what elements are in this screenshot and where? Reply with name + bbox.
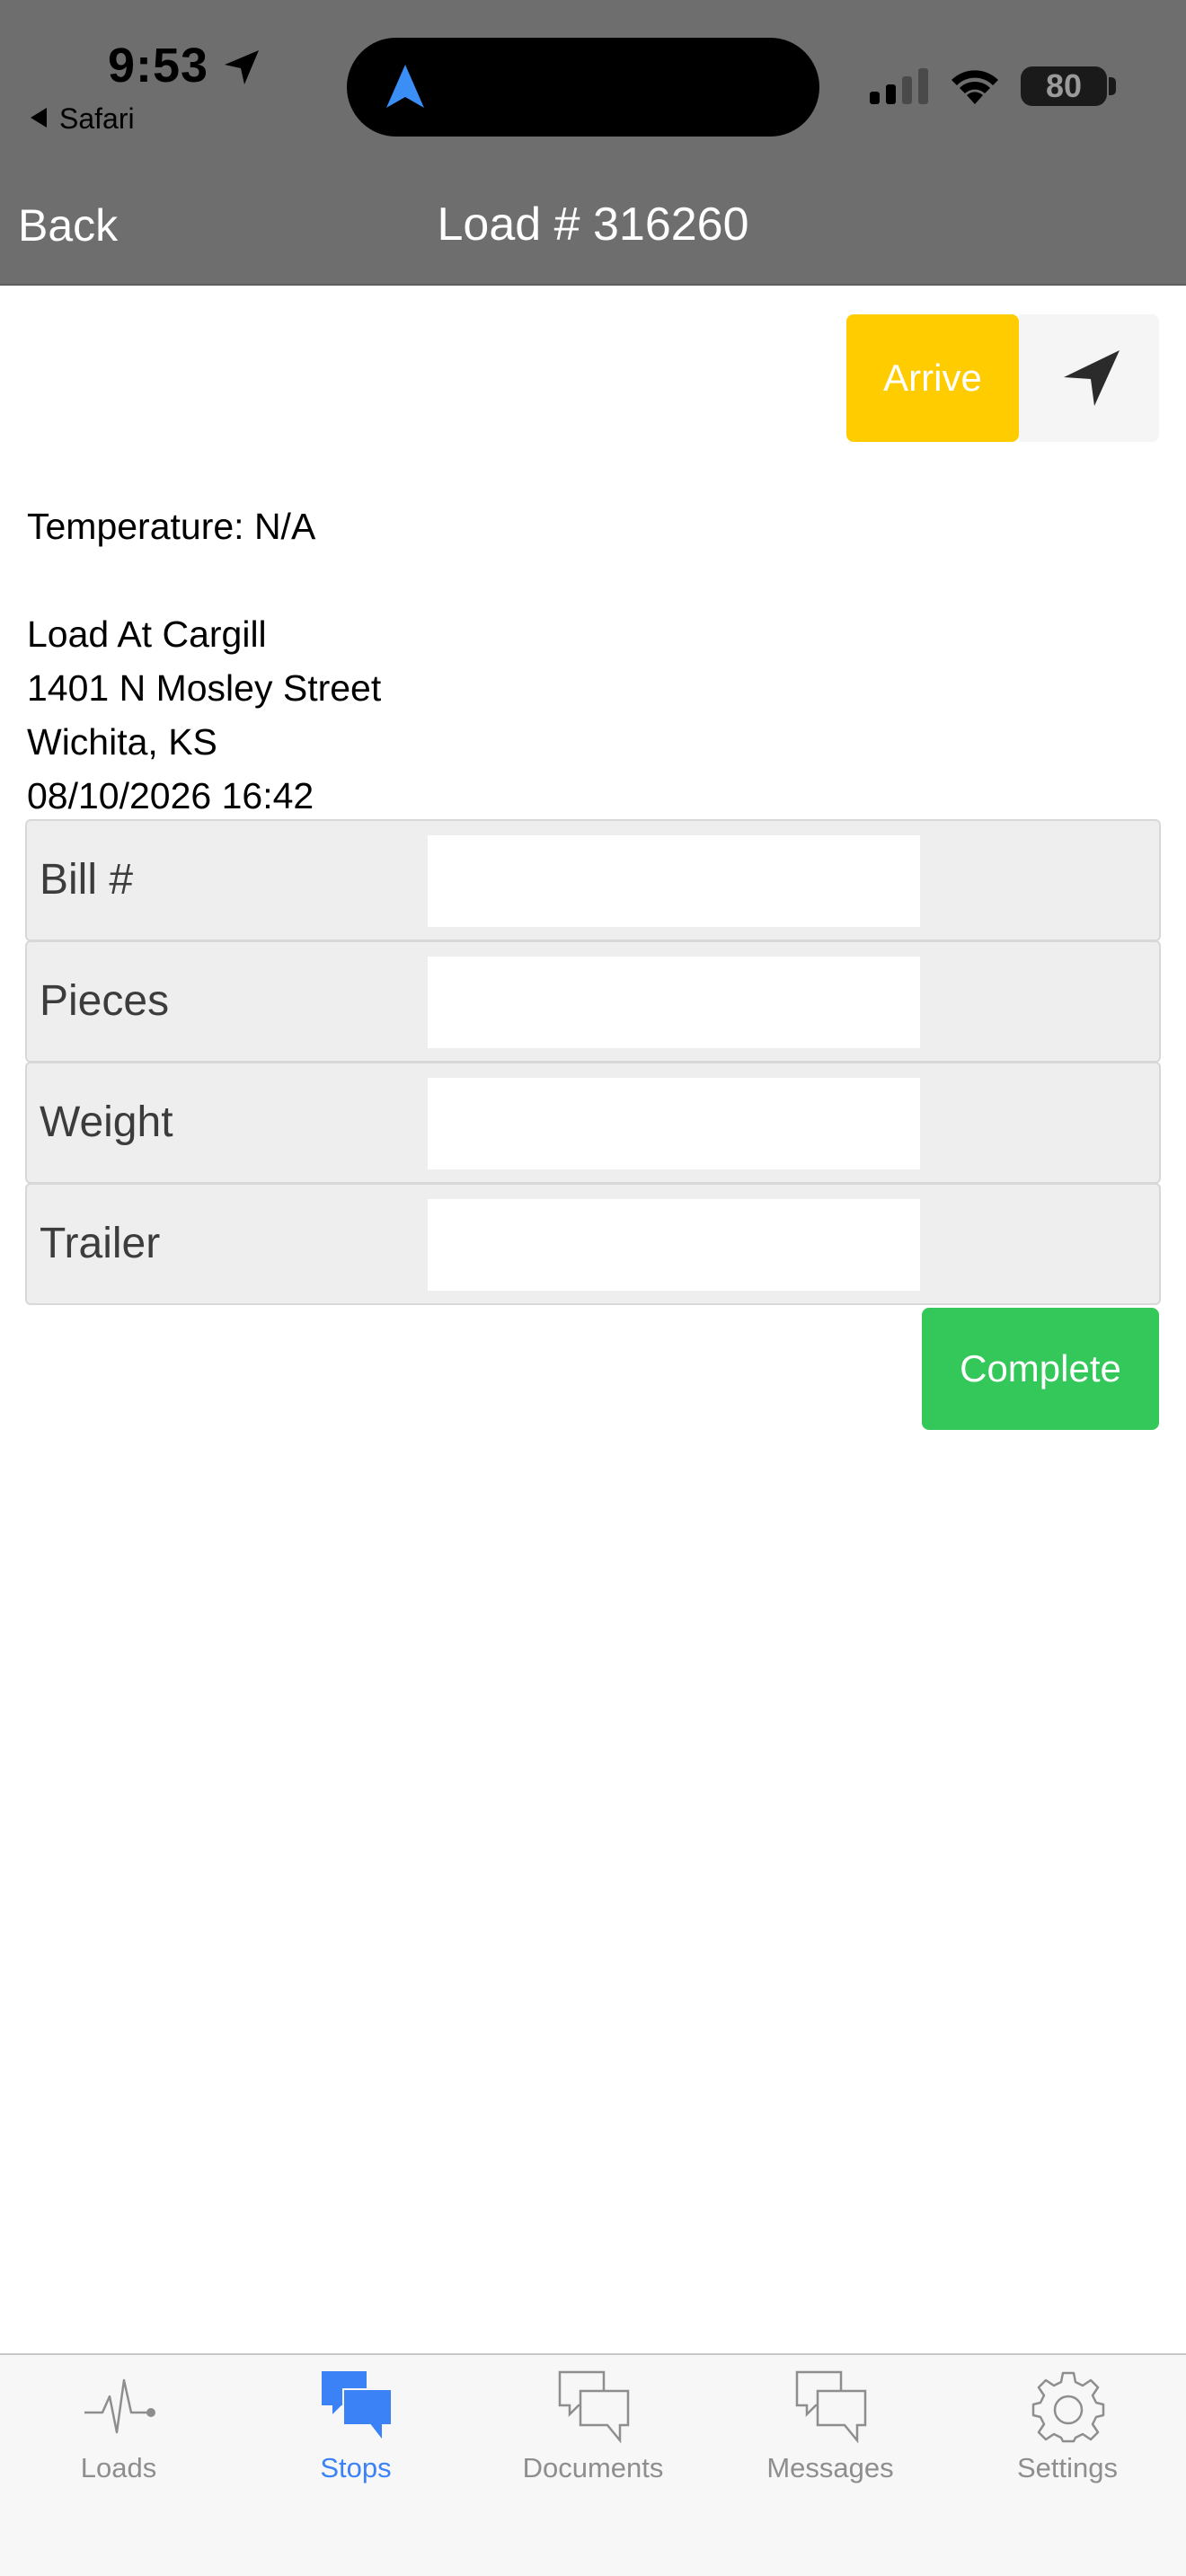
temperature-text: Temperature: N/A [27, 506, 316, 547]
battery-cap [1109, 77, 1116, 95]
battery-indicator: 80 [1021, 66, 1107, 106]
tab-bar: Loads Stops Documents Messages Settings [0, 2353, 1186, 2576]
back-app-label: Safari [59, 102, 135, 135]
tab-stops-label: Stops [320, 2452, 392, 2483]
navigation-arrow-icon [386, 65, 424, 108]
weight-input[interactable] [428, 1078, 920, 1169]
gear-icon [1031, 2371, 1105, 2443]
trailer-label: Trailer [40, 1220, 161, 1267]
tab-loads[interactable]: Loads [0, 2355, 237, 2576]
tab-stops[interactable]: Stops [237, 2355, 474, 2576]
form-row-bill: Bill # [25, 819, 1161, 941]
page-title: Load # 316260 [437, 198, 749, 251]
location-arrow-icon [225, 50, 259, 84]
navigate-button[interactable] [1019, 314, 1159, 442]
bill-label: Bill # [40, 856, 134, 904]
complete-button[interactable]: Complete [922, 1308, 1159, 1430]
dynamic-island [347, 38, 819, 137]
tab-loads-label: Loads [80, 2452, 157, 2483]
navigation-arrow-icon [1064, 350, 1120, 406]
pieces-input[interactable] [428, 957, 920, 1048]
form-row-weight: Weight [25, 1062, 1161, 1184]
back-to-app-link[interactable]: Safari [31, 102, 135, 136]
pieces-label: Pieces [40, 977, 170, 1025]
bill-input[interactable] [428, 835, 920, 927]
chat-bubbles-icon [322, 2371, 393, 2443]
weight-label: Weight [40, 1098, 173, 1146]
tab-messages[interactable]: Messages [712, 2355, 949, 2576]
arrive-button[interactable]: Arrive [846, 314, 1019, 442]
wifi-icon [951, 70, 998, 104]
stop-address: Load At Cargill 1401 N Mosley Street Wic… [27, 607, 381, 823]
tab-messages-label: Messages [766, 2452, 894, 2483]
tab-settings-label: Settings [1016, 2452, 1118, 2483]
cellular-signal-icon [870, 68, 928, 104]
location-name: Load At Cargill [27, 613, 267, 655]
form-row-pieces: Pieces [25, 940, 1161, 1063]
street-address: 1401 N Mosley Street [27, 667, 382, 709]
stop-form: Bill # Pieces Weight Trailer [25, 819, 1161, 1305]
tab-documents[interactable]: Documents [474, 2355, 712, 2576]
chat-bubbles-icon [795, 2370, 867, 2443]
header: 9:53 Safari 80 Back Load # 316260 [0, 0, 1186, 286]
chat-bubbles-icon [558, 2370, 630, 2443]
tab-settings[interactable]: Settings [949, 2355, 1186, 2576]
trailer-input[interactable] [428, 1199, 920, 1291]
city-state: Wichita, KS [27, 721, 217, 763]
stop-datetime: 08/10/2026 16:42 [27, 775, 314, 816]
status-time: 9:53 [108, 39, 209, 93]
form-row-trailer: Trailer [25, 1183, 1161, 1305]
activity-icon [84, 2378, 155, 2434]
tab-documents-label: Documents [522, 2452, 664, 2483]
back-triangle-icon [31, 108, 47, 128]
